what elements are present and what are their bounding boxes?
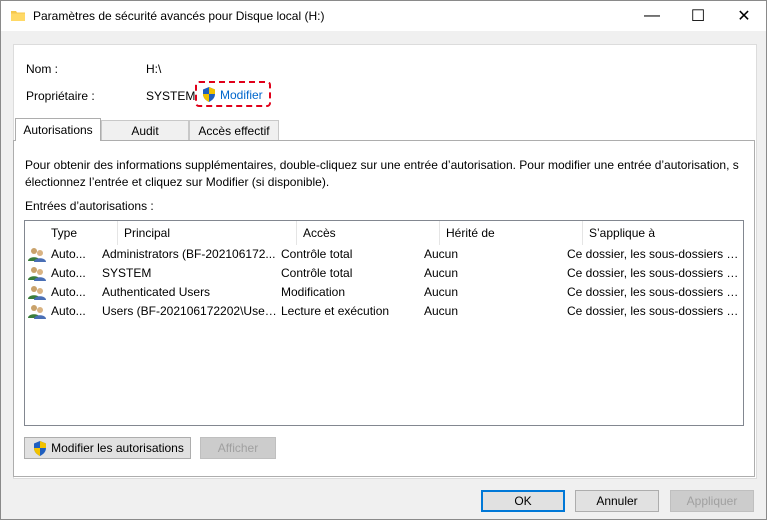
change-owner-link[interactable]: Modifier — [195, 81, 271, 107]
tab-permissions[interactable]: Autorisations — [15, 118, 101, 141]
row-inherited: Aucun — [424, 304, 459, 318]
row-applies-to: Ce dossier, les sous-dossiers et... — [567, 266, 741, 280]
apply-button[interactable]: Appliquer — [670, 490, 754, 512]
close-icon: ✕ — [737, 8, 751, 25]
name-label: Nom : — [26, 62, 59, 76]
tab-effective-access[interactable]: Accès effectif — [189, 120, 279, 140]
row-access: Contrôle total — [281, 247, 353, 261]
row-inherited: Aucun — [424, 285, 459, 299]
table-row[interactable]: Auto... Users (BF-202106172202\Users) Le… — [25, 302, 743, 321]
users-icon — [28, 305, 46, 319]
row-applies-to: Ce dossier, les sous-dossiers et... — [567, 247, 741, 261]
uac-shield-icon — [203, 87, 215, 102]
row-principal: Users (BF-202106172202\Users) — [102, 304, 277, 318]
description-line-1: Pour obtenir des informations supplément… — [25, 158, 739, 172]
column-header-inherited[interactable]: Hérité de — [440, 221, 583, 245]
column-header-access[interactable]: Accès — [297, 221, 440, 245]
security-settings-window: Paramètres de sécurité avancés pour Disq… — [0, 0, 767, 520]
change-permissions-button[interactable]: Modifier les autorisations — [24, 437, 191, 459]
window-title: Paramètres de sécurité avancés pour Disq… — [33, 9, 325, 23]
description-line-2: électionnez l’entrée et cliquez sur Modi… — [25, 175, 330, 189]
table-row[interactable]: Auto... Administrators (BF-202106172... … — [25, 245, 743, 264]
change-owner-label: Modifier — [220, 88, 263, 102]
users-icon — [28, 248, 46, 262]
cancel-button[interactable]: Annuler — [575, 490, 659, 512]
column-header-applies-to[interactable]: S’applique à — [583, 221, 743, 245]
row-access: Modification — [281, 285, 346, 299]
entries-label: Entrées d’autorisations : — [25, 199, 154, 213]
owner-label: Propriétaire : — [26, 89, 95, 103]
row-applies-to: Ce dossier, les sous-dossiers et... — [567, 304, 741, 318]
users-icon — [28, 286, 46, 300]
table-row[interactable]: Auto... Authenticated Users Modification… — [25, 283, 743, 302]
ok-button[interactable]: OK — [481, 490, 565, 512]
row-inherited: Aucun — [424, 266, 459, 280]
maximize-button[interactable]: ☐ — [675, 1, 721, 31]
row-access: Contrôle total — [281, 266, 353, 280]
row-applies-to: Ce dossier, les sous-dossiers et... — [567, 285, 741, 299]
row-access: Lecture et exécution — [281, 304, 390, 318]
folder-icon — [11, 11, 25, 21]
maximize-icon: ☐ — [690, 8, 706, 25]
column-header-principal[interactable]: Principal — [118, 221, 297, 245]
close-button[interactable]: ✕ — [721, 1, 766, 31]
owner-value: SYSTEM — [146, 89, 196, 103]
row-principal: Administrators (BF-202106172... — [102, 247, 276, 261]
uac-shield-icon — [34, 441, 46, 456]
row-principal: SYSTEM — [102, 266, 152, 280]
view-button[interactable]: Afficher — [200, 437, 276, 459]
table-row[interactable]: Auto... SYSTEM Contrôle total Aucun Ce d… — [25, 264, 743, 283]
permission-entries-list[interactable]: Type Principal Accès Hérité de S’appliqu… — [24, 220, 744, 426]
title-bar[interactable]: Paramètres de sécurité avancés pour Disq… — [1, 1, 766, 31]
users-icon — [28, 267, 46, 281]
minimize-button[interactable]: — — [629, 1, 675, 31]
row-principal: Authenticated Users — [102, 285, 211, 299]
tab-audit[interactable]: Audit — [101, 120, 189, 140]
minimize-icon: — — [644, 7, 660, 24]
row-inherited: Aucun — [424, 247, 459, 261]
change-permissions-label: Modifier les autorisations — [51, 441, 184, 455]
name-value: H:\ — [146, 62, 162, 76]
column-header-type[interactable]: Type — [45, 221, 118, 245]
